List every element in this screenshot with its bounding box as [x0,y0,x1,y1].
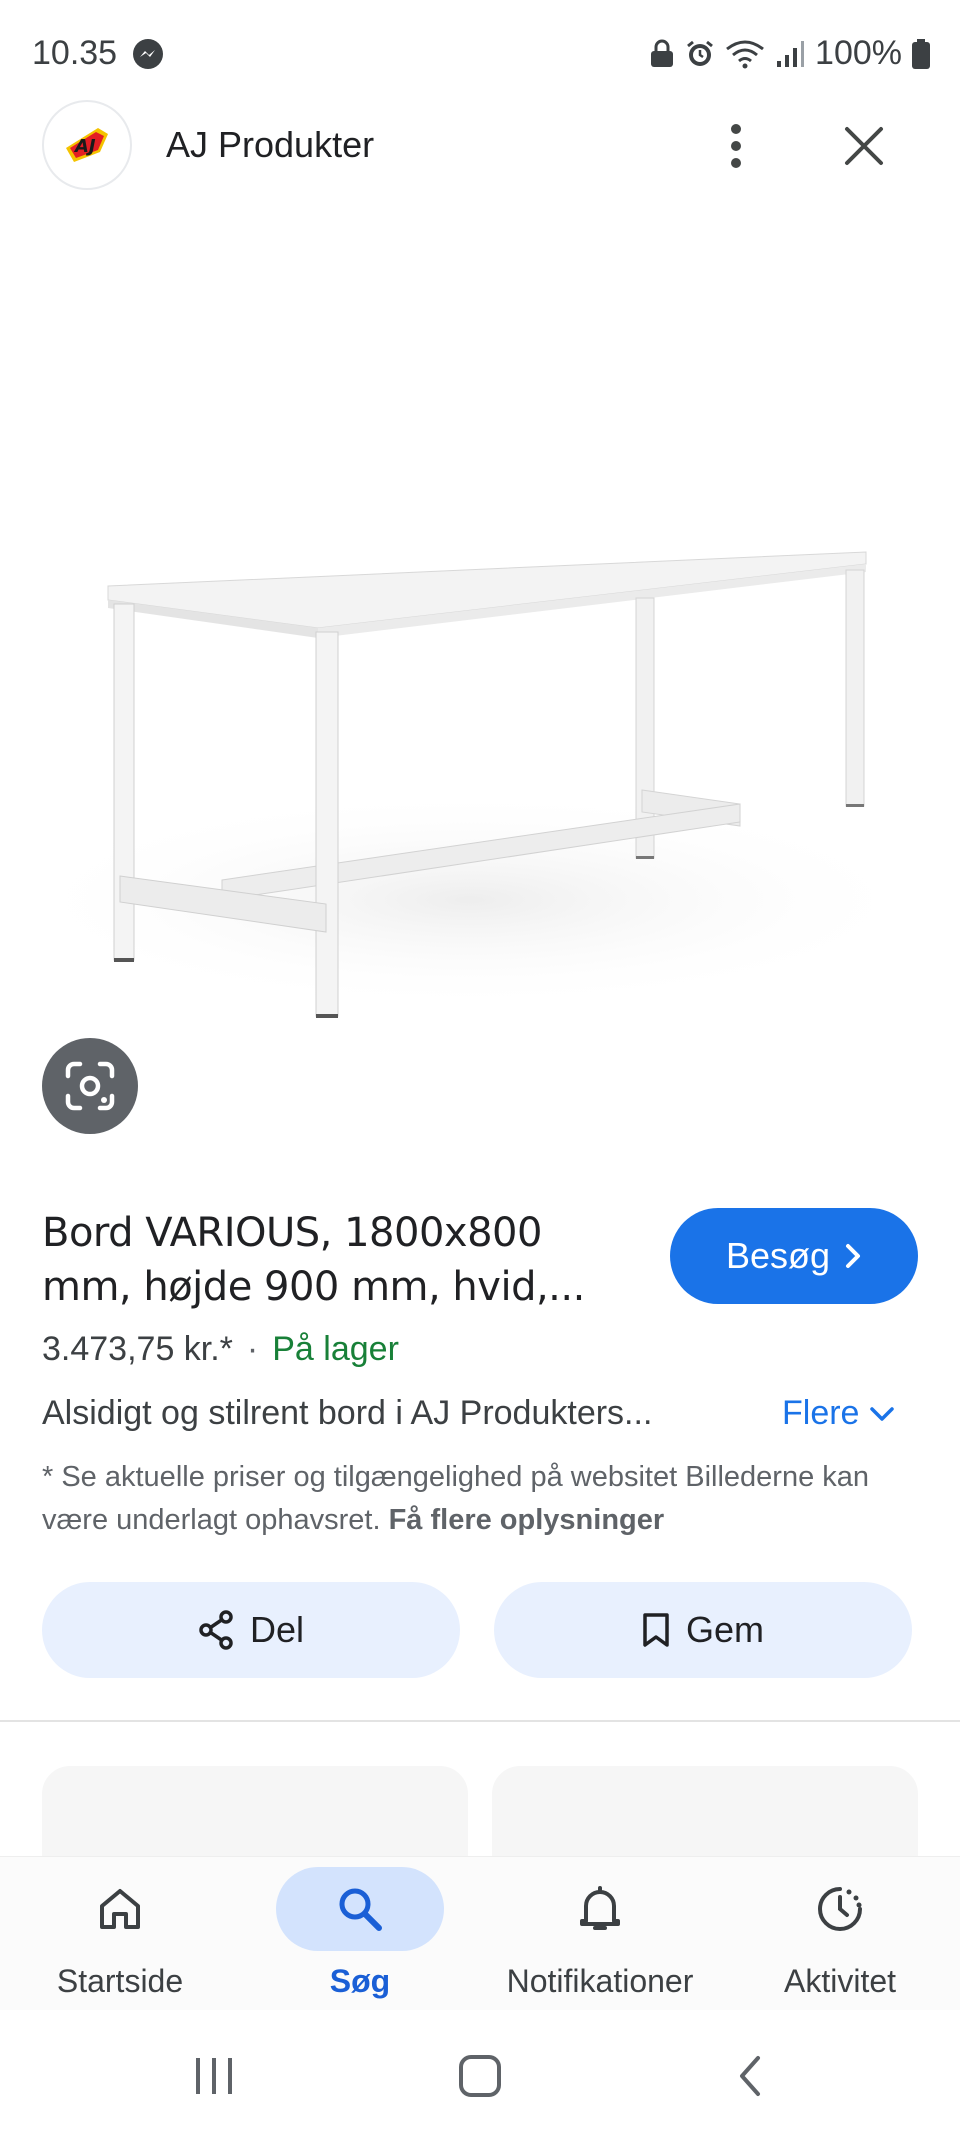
close-button[interactable] [836,118,892,174]
share-label: Del [249,1609,305,1650]
battery-icon [912,38,930,69]
nav-search-label: Søg [329,1963,391,1999]
share-button[interactable]: Del [42,1582,460,1678]
close-icon [845,127,883,165]
home-icon [100,1889,140,1929]
alarm-icon [685,39,715,69]
activity-icon [818,1887,862,1931]
signal-icon [775,39,805,69]
more-options-button[interactable] [712,118,760,174]
visit-button[interactable]: Besøg [670,1208,918,1304]
chevron-right-icon [846,1244,861,1268]
status-bar: 10.35 100% [0,0,960,110]
source-header: AJ AJ Produkter [0,100,960,192]
price: 3.473,75 kr.* [42,1330,233,1368]
aj-logo-icon: AJ [60,118,114,172]
product-image[interactable] [0,200,960,1160]
more-button[interactable]: Flere [782,1394,895,1433]
nav-notifications[interactable]: Notifikationer [480,1857,720,2011]
save-button[interactable]: Gem [494,1582,912,1678]
bell-icon [580,1886,620,1930]
product-title[interactable]: Bord VARIOUS, 1800x800 mm, højde 900 mm,… [42,1206,642,1314]
chevron-down-icon [870,1406,895,1421]
system-navigation [0,2010,960,2133]
home-system-button[interactable] [450,2046,510,2106]
nav-pill-active [276,1867,444,1951]
back-icon [740,2056,760,2096]
more-label: Flere [782,1394,860,1432]
bookmark-icon [643,1613,669,1647]
disclaimer: * Se aktuelle priser og tilgængelighed p… [42,1456,922,1542]
site-logo[interactable]: AJ [42,100,132,190]
lens-icon [65,1061,115,1111]
lock-icon [649,39,675,69]
stock-status: På lager [272,1330,399,1368]
nav-home[interactable]: Startside [0,1857,240,2011]
share-icon [199,1610,233,1650]
messenger-icon [132,38,164,70]
nav-activity[interactable]: Aktivitet [720,1857,960,2011]
save-label: Gem [685,1609,764,1650]
site-name: AJ Produkter [166,124,375,165]
bottom-navigation: Startside Søg Notifikationer Aktivitet [0,1856,960,2010]
product-description: Alsidigt og stilrent bord i AJ Produkter… [42,1394,653,1432]
divider [0,1720,960,1722]
more-vert-icon [731,124,741,168]
search-icon [339,1888,382,1931]
visit-label: Besøg [725,1235,831,1276]
wifi-icon [725,39,765,69]
battery-level: 100% [815,34,902,72]
nav-pill [36,1867,204,1951]
separator: · [246,1330,259,1368]
status-icons: 100% [649,34,930,73]
nav-home-label: Startside [56,1963,184,1999]
logo-text: AJ [73,136,96,157]
table-illustration [10,551,930,1018]
more-info-link[interactable]: Få flere oplysninger [389,1504,665,1536]
nav-search[interactable]: Søg [240,1857,480,2011]
home-system-icon [459,2055,501,2097]
status-time: 10.35 [32,34,118,72]
nav-activity-label: Aktivitet [783,1963,897,1999]
back-button[interactable] [720,2046,780,2106]
recent-apps-icon [196,2058,232,2094]
recent-apps-button[interactable] [184,2046,244,2106]
nav-notifications-label: Notifikationer [506,1963,694,1999]
nav-pill [756,1867,924,1951]
description-row: Alsidigt og stilrent bord i AJ Produkter… [42,1394,922,1442]
nav-pill [516,1867,684,1951]
google-lens-button[interactable] [42,1038,138,1134]
price-row: 3.473,75 kr.* · På lager [42,1330,399,1369]
